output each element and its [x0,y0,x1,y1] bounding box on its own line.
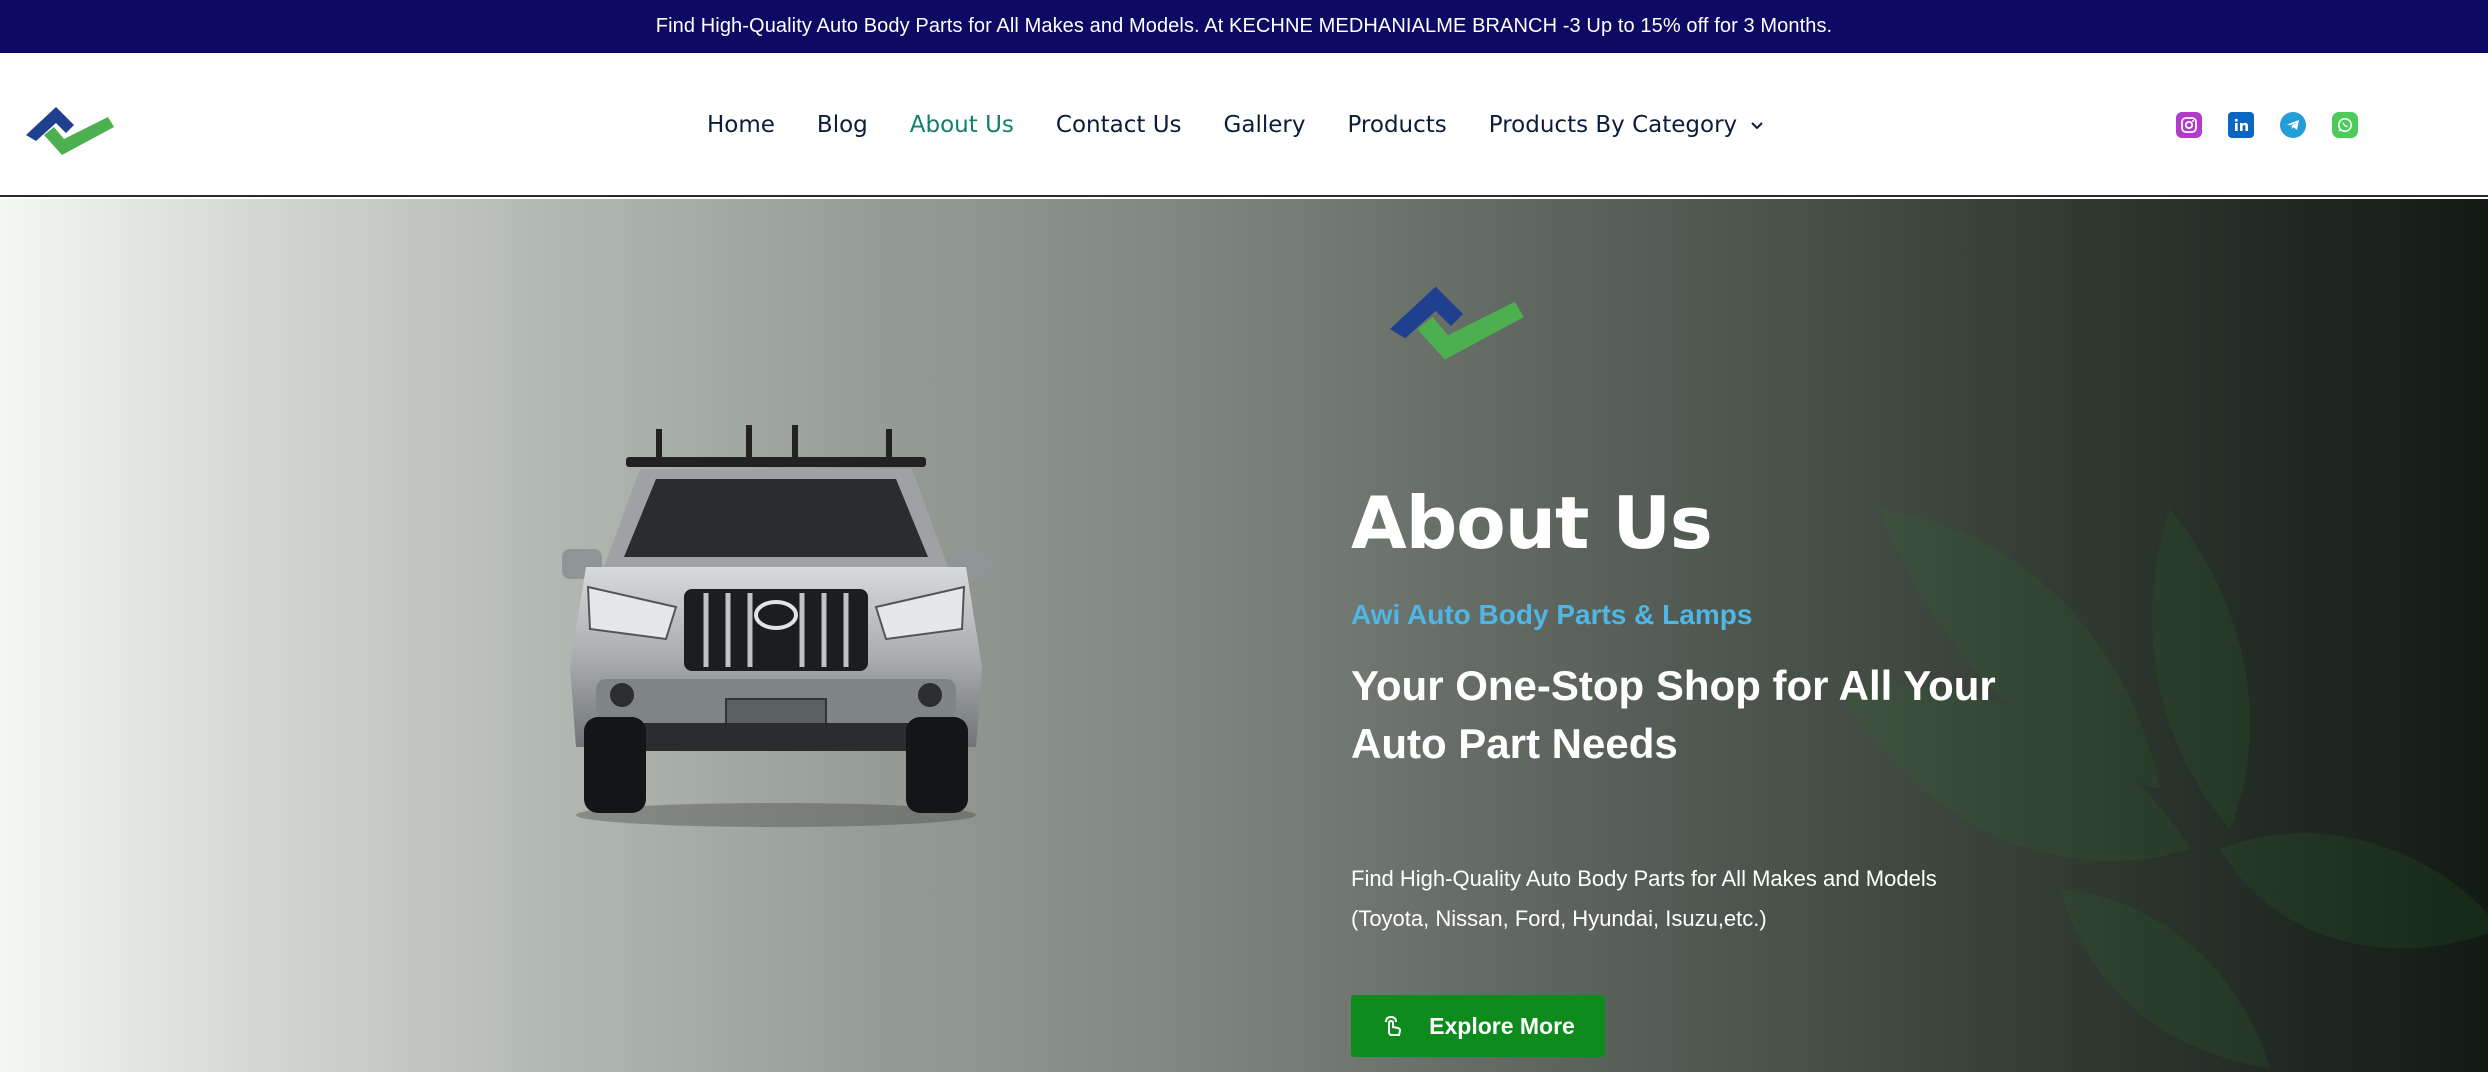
explore-more-label: Explore More [1429,1012,1575,1039]
pointer-tap-icon [1385,1015,1402,1036]
main-nav: Home Blog About Us Contact Us Gallery Pr… [686,53,1786,197]
hero-section: About Us Awi Auto Body Parts & Lamps You… [0,199,2488,1072]
brand-logo-icon [26,107,114,155]
suv-car-image [562,425,990,827]
hero-description: Find High-Quality Auto Body Parts for Al… [1351,866,1937,931]
site-header: Home Blog About Us Contact Us Gallery Pr… [0,53,2488,197]
nav-blog[interactable]: Blog [796,112,889,138]
hero-brand-logo-icon [1390,286,1524,360]
nav-products[interactable]: Products [1326,112,1467,138]
linkedin-icon[interactable] [2228,112,2254,138]
nav-products-by-category[interactable]: Products By Category [1468,112,1786,138]
nav-gallery[interactable]: Gallery [1203,112,1327,138]
hero-subtitle: Awi Auto Body Parts & Lamps [1351,599,1753,630]
explore-more-button[interactable]: Explore More [1351,995,1605,1057]
nav-contact-us[interactable]: Contact Us [1035,112,1203,138]
nav-home[interactable]: Home [686,112,796,138]
nav-about-us[interactable]: About Us [889,112,1035,138]
instagram-icon[interactable] [2176,112,2202,138]
whatsapp-icon[interactable] [2332,112,2358,138]
chevron-down-icon [1751,122,1763,130]
social-links [2176,112,2358,138]
page-title: About Us [1351,481,1713,565]
hero-tagline: Your One-Stop Shop for All Your Auto Par… [1351,662,1996,767]
announcement-text: Find High-Quality Auto Body Parts for Al… [655,15,1833,37]
telegram-icon[interactable] [2280,112,2306,138]
announcement-bar: Find High-Quality Auto Body Parts for Al… [0,0,2488,53]
